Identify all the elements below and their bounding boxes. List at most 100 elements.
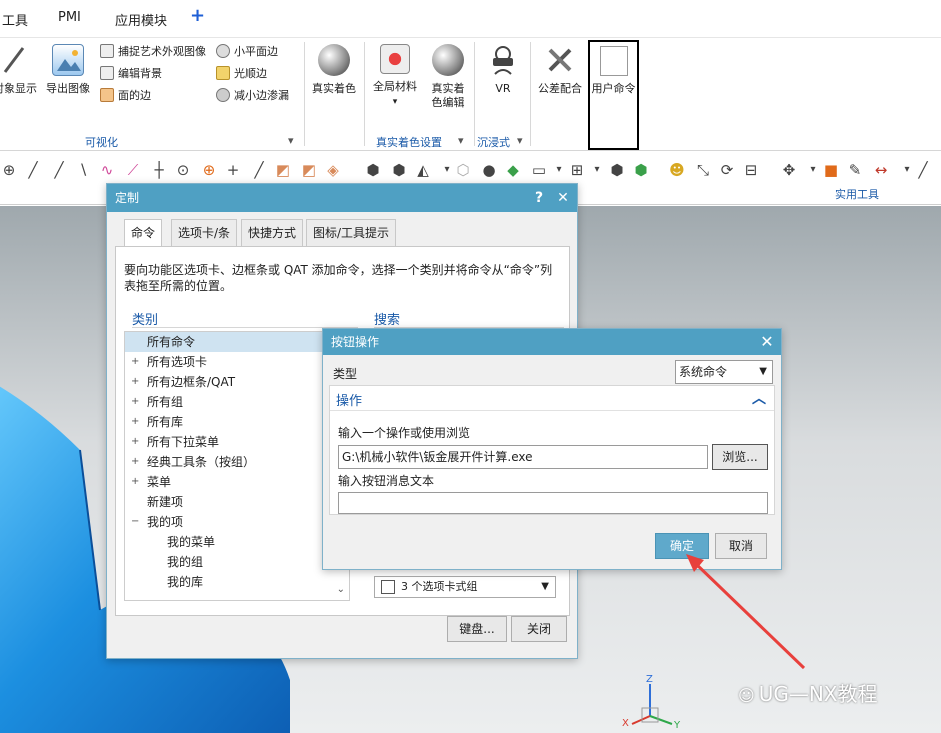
tree-item[interactable]: + 所有选项卡 <box>125 352 349 372</box>
spline-icon[interactable]: ∿ <box>98 161 116 179</box>
line-icon[interactable]: ╱ <box>250 161 268 179</box>
assembly-icon[interactable]: ⬢ <box>608 161 626 179</box>
smooth-edge-button[interactable]: 光顺边 <box>216 64 267 82</box>
tree-item[interactable]: 新建项 <box>125 492 349 512</box>
browse-button[interactable]: 浏览... <box>712 444 768 470</box>
snap-icon[interactable]: ⊕ <box>0 161 18 179</box>
section-icon[interactable]: ⊞ <box>568 161 586 179</box>
tree-item[interactable]: + 经典工具条（按组） <box>125 452 349 472</box>
reduce-edge-bleed-button[interactable]: 减小边渗漏 <box>216 86 289 104</box>
curve-icon[interactable]: ∖ <box>74 161 92 179</box>
type-select[interactable]: 系统命令 ▼ <box>675 360 773 384</box>
collapse-icon[interactable]: ︿ <box>752 388 766 408</box>
customize-dialog-titlebar[interactable]: 定制 ? ✕ <box>107 184 577 212</box>
expand-icon[interactable]: + <box>131 432 139 452</box>
close-icon[interactable]: ✕ <box>755 329 779 355</box>
capture-image-button[interactable]: 捕捉艺术外观图像 <box>100 42 206 60</box>
chevron-down-icon[interactable]: ⌄ <box>337 584 345 595</box>
tab-tabs-bars[interactable]: 选项卡/条 <box>171 219 238 247</box>
global-material-button[interactable]: 全局材料 ▾ <box>368 44 422 109</box>
surface-icon[interactable]: ◩ <box>300 161 318 179</box>
tree-item[interactable]: 我的库 <box>125 572 349 592</box>
expand-icon[interactable]: + <box>131 352 139 372</box>
button-action-titlebar[interactable]: 按钮操作 ✕ <box>323 329 781 355</box>
plane-icon[interactable]: ◈ <box>324 161 342 179</box>
tab-commands[interactable]: 命令 <box>124 219 163 247</box>
vr-button[interactable]: VR <box>480 44 526 96</box>
expand-icon[interactable]: + <box>131 452 139 472</box>
wireframe-icon[interactable]: ⬡ <box>454 161 472 179</box>
shaded-view-icon[interactable]: ◭ <box>414 161 432 179</box>
dimension-icon[interactable]: ↔ <box>872 161 890 179</box>
people-icon[interactable]: ☻ <box>668 161 686 179</box>
surface-icon[interactable]: ◩ <box>274 161 292 179</box>
user-command-button[interactable]: 用户命令 <box>588 40 639 150</box>
axis-icon[interactable]: ⤡ <box>694 161 712 179</box>
tree-item[interactable]: + 所有组 <box>125 392 349 412</box>
pen-icon[interactable]: ✎ <box>846 161 864 179</box>
sphere-icon[interactable]: ● <box>480 161 498 179</box>
group-immersive: 沉浸式 <box>477 136 510 149</box>
tree-item[interactable]: + 所有下拉菜单 <box>125 432 349 452</box>
tab-icons-tooltips[interactable]: 图标/工具提示 <box>306 219 397 247</box>
close-button[interactable]: 关闭 <box>511 616 567 642</box>
move-icon[interactable]: ✥ <box>780 161 798 179</box>
menu-pmi[interactable]: PMI <box>58 10 81 25</box>
tolerance-fit-button[interactable]: 公差配合 <box>534 44 586 96</box>
export-image-button[interactable]: 导出图像 <box>44 44 92 96</box>
layer-icon[interactable]: ⊟ <box>742 161 760 179</box>
circle-point-icon[interactable]: ⊙ <box>174 161 192 179</box>
tab-group-select[interactable]: 3 个选项卡式组 ▼ <box>374 576 556 598</box>
tree-item[interactable]: 我的菜单 <box>125 532 349 552</box>
cross-icon[interactable]: + <box>224 161 242 179</box>
point-icon[interactable]: ┼ <box>150 161 168 179</box>
object-display-button[interactable]: 对象显示 <box>0 44 38 96</box>
box-icon[interactable]: ⬢ <box>364 161 382 179</box>
help-icon[interactable]: ? <box>527 184 551 212</box>
keyboard-button[interactable]: 键盘... <box>447 616 507 642</box>
tab-shortcuts[interactable]: 快捷方式 <box>241 219 304 247</box>
expand-icon[interactable]: − <box>131 512 139 532</box>
true-shading-button[interactable]: 真实着色 <box>308 44 360 96</box>
polyline-icon[interactable]: ⟋ <box>124 161 142 179</box>
category-tree[interactable]: 所有命令 + 所有选项卡 + 所有边框条/QAT + 所有组 + 所有库 + 所有下拉菜单 + 经典工具… <box>124 331 350 601</box>
edit-background-button[interactable]: 编辑背景 <box>100 64 162 82</box>
menu-tools[interactable]: 工具 <box>2 10 28 29</box>
expand-icon[interactable]: + <box>131 472 139 492</box>
action-path-input[interactable]: G:\机械小软件\钣金展开件计算.exe <box>338 445 708 469</box>
group-immersive-dropdown-icon[interactable]: ▾ <box>517 134 523 147</box>
tree-item[interactable]: + 所有库 <box>125 412 349 432</box>
ok-button[interactable]: 确定 <box>655 533 709 559</box>
menu-application[interactable]: 应用模块 <box>115 10 167 29</box>
target-icon[interactable]: ⊕ <box>200 161 218 179</box>
line-icon[interactable]: ╱ <box>50 161 68 179</box>
dropdown-icon[interactable]: ▾ <box>550 161 568 179</box>
window-icon[interactable]: ▭ <box>530 161 548 179</box>
refresh-icon[interactable]: ⟳ <box>718 161 736 179</box>
expand-icon[interactable]: + <box>131 392 139 412</box>
tree-item[interactable]: + 所有边框条/QAT <box>125 372 349 392</box>
facet-edge-button[interactable]: 小平面边 <box>216 42 278 60</box>
group-shading-dropdown-icon[interactable]: ▾ <box>458 134 464 147</box>
group-visualize-dropdown-icon[interactable]: ▾ <box>288 134 294 147</box>
expand-icon[interactable]: + <box>131 372 139 392</box>
face-edge-button[interactable]: 面的边 <box>100 86 151 104</box>
plus-icon[interactable]: + <box>190 5 205 26</box>
line-icon[interactable]: ╱ <box>24 161 42 179</box>
close-icon[interactable]: ✕ <box>551 184 575 212</box>
dropdown-icon[interactable]: ▾ <box>804 161 822 179</box>
ruler-icon[interactable]: ╱ <box>914 161 932 179</box>
tree-item[interactable]: + 菜单 <box>125 472 349 492</box>
box-settings-icon[interactable]: ⬢ <box>390 161 408 179</box>
measure-icon[interactable]: ■ <box>822 161 840 179</box>
dropdown-icon[interactable]: ▾ <box>588 161 606 179</box>
tree-item[interactable]: − 我的项 <box>125 512 349 532</box>
message-text-input[interactable] <box>338 492 768 514</box>
tree-item[interactable]: 所有命令 <box>125 332 349 352</box>
expand-icon[interactable]: + <box>131 412 139 432</box>
cancel-button[interactable]: 取消 <box>715 533 767 559</box>
component-icon[interactable]: ⬢ <box>632 161 650 179</box>
tree-item[interactable]: 我的组 <box>125 552 349 572</box>
color-edit-icon[interactable]: ◆ <box>504 161 522 179</box>
shading-edit-button[interactable]: 真实着 色编辑 <box>424 44 472 110</box>
